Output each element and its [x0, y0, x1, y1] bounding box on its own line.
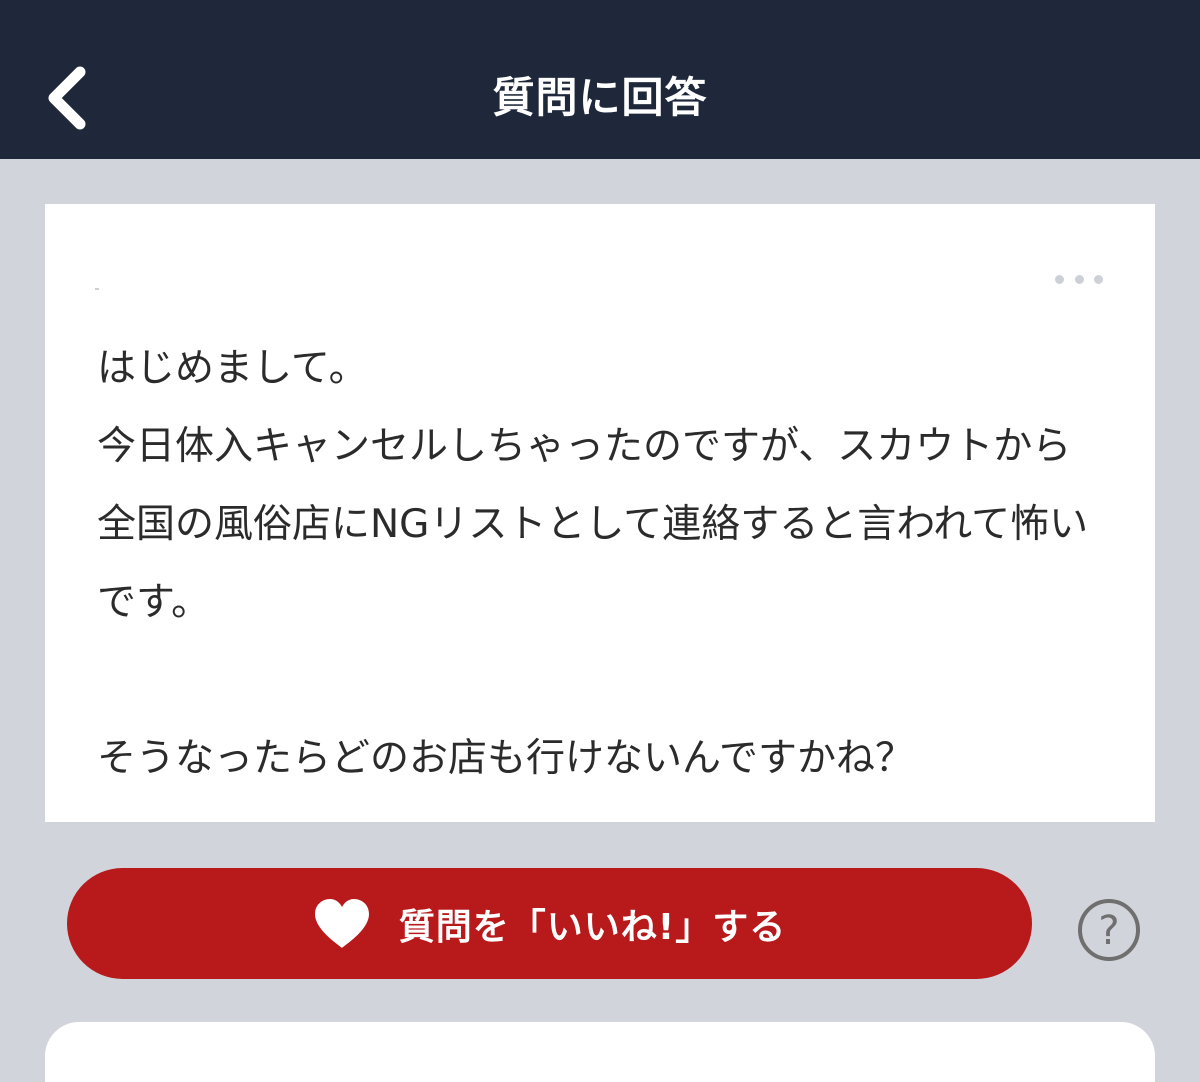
help-button-label: ?	[1098, 908, 1119, 954]
more-horizontal-icon-dot	[1094, 274, 1103, 284]
help-button[interactable]: ?	[1077, 898, 1141, 962]
question-text: はじめまして。 今日体入キャンセルしちゃったのですが、スカウトから全国の風俗店に…	[97, 346, 1089, 781]
question-card: はじめまして。 今日体入キャンセルしちゃったのですが、スカウトから全国の風俗店に…	[45, 204, 1155, 822]
more-horizontal-icon-dot	[1074, 274, 1084, 284]
page-title: 質問に回答	[492, 73, 708, 122]
decorative-mark	[95, 288, 99, 290]
more-options-button[interactable]	[1055, 268, 1103, 290]
like-question-button[interactable]: 質問を「いいね!」する	[67, 868, 1032, 979]
question-circle-icon: ?	[1078, 899, 1140, 961]
more-horizontal-icon-dot	[1055, 274, 1064, 284]
heart-icon	[314, 898, 369, 948]
app-header: 質問に回答	[0, 0, 1200, 159]
next-card	[45, 1022, 1155, 1082]
like-button-label: 質問を「いいね!」する	[398, 906, 787, 948]
